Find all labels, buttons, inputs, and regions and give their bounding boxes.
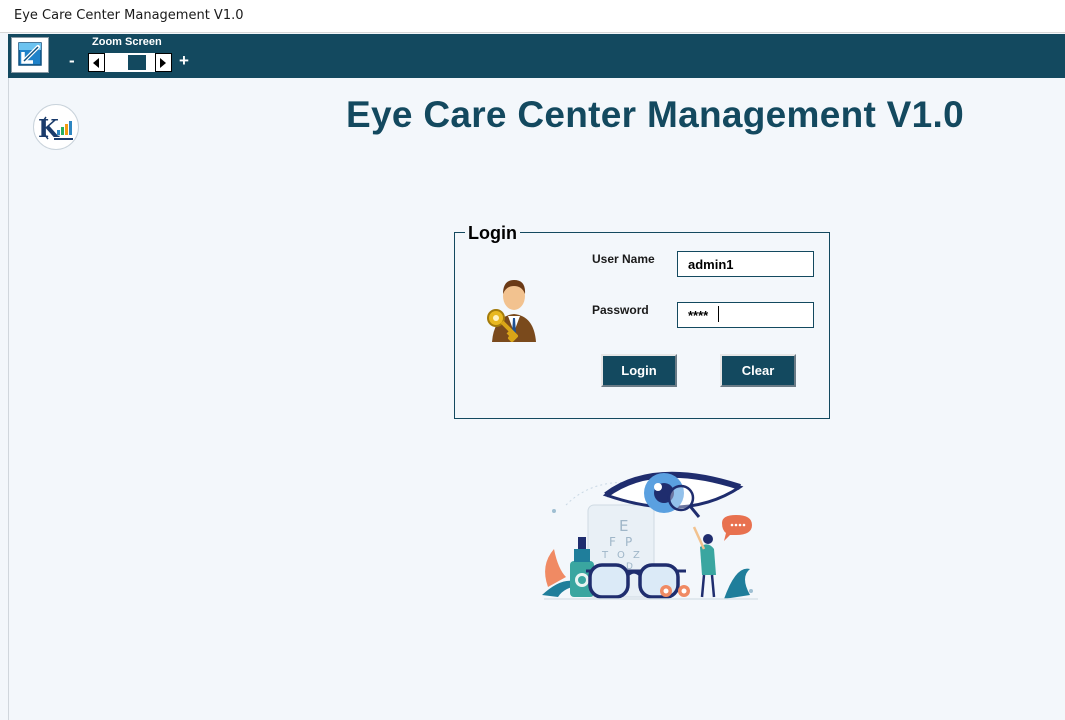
- login-legend: Login: [465, 223, 520, 244]
- login-button[interactable]: Login: [601, 354, 677, 387]
- toolbar: Zoom Screen - +: [8, 34, 1065, 78]
- window-title: Eye Care Center Management V1.0: [14, 8, 244, 23]
- app-title: Eye Care Center Management V1.0: [346, 94, 964, 135]
- zoom-out-button[interactable]: -: [69, 51, 75, 71]
- eye-care-illustration: E F P T O Z D: [536, 465, 762, 605]
- zoom-in-button[interactable]: +: [179, 51, 189, 71]
- resize-window-icon[interactable]: [11, 37, 49, 73]
- clear-button[interactable]: Clear: [720, 354, 796, 387]
- chart-letter-e: E: [619, 517, 628, 535]
- slider-track[interactable]: [105, 53, 155, 72]
- window-left-border: [8, 78, 9, 720]
- username-label: User Name: [592, 252, 655, 266]
- company-logo-icon: K: [33, 104, 79, 150]
- zoom-slider[interactable]: [88, 53, 172, 72]
- password-field[interactable]: [677, 302, 814, 328]
- chart-letter-o: O: [617, 550, 625, 561]
- window-titlebar: Eye Care Center Management V1.0: [0, 0, 1065, 33]
- slider-thumb[interactable]: [128, 55, 146, 72]
- slider-left-arrow-icon[interactable]: [88, 53, 105, 72]
- chart-letter-f: F: [609, 535, 616, 549]
- zoom-label: Zoom Screen: [92, 36, 162, 48]
- text-caret: [718, 306, 719, 322]
- user-key-icon: [484, 272, 542, 344]
- chart-letter-p: P: [625, 535, 632, 549]
- slider-right-arrow-icon[interactable]: [155, 53, 172, 72]
- chart-letter-z: Z: [633, 550, 640, 561]
- username-field[interactable]: [677, 251, 814, 277]
- password-label: Password: [592, 303, 649, 317]
- chart-letter-t: T: [601, 550, 609, 561]
